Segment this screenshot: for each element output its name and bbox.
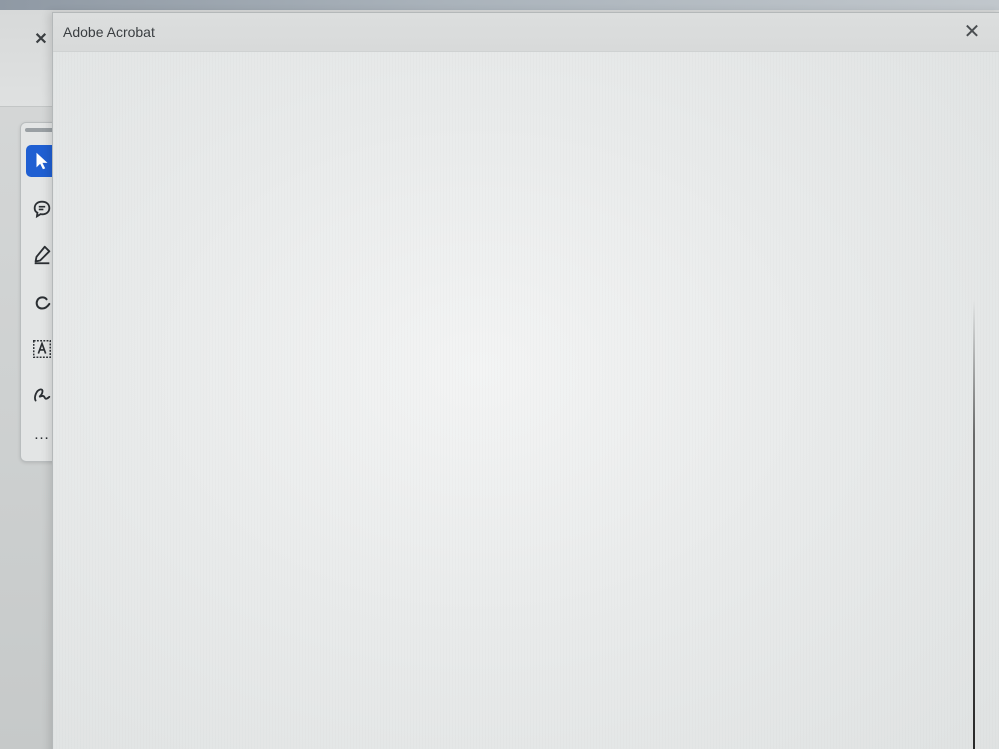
dialog-title: Adobe Acrobat (63, 24, 155, 40)
pen-icon (34, 245, 51, 265)
desktop-top-strip (0, 0, 999, 10)
background-window-close-icon[interactable]: ✕ (33, 32, 49, 48)
screen: ✕ … Adobe Acrobat ✕ (0, 0, 999, 749)
window-edge-divider (973, 300, 975, 749)
dialog-content-area (53, 52, 999, 749)
loop-icon (35, 296, 51, 310)
text-box-icon (33, 340, 51, 358)
signature-icon (34, 388, 51, 402)
dialog-close-icon[interactable]: ✕ (961, 21, 983, 43)
comment-icon (33, 200, 51, 219)
adobe-acrobat-dialog: Adobe Acrobat ✕ (52, 12, 999, 749)
dialog-titlebar[interactable]: Adobe Acrobat ✕ (53, 13, 999, 52)
arrow-cursor-icon (36, 152, 48, 170)
